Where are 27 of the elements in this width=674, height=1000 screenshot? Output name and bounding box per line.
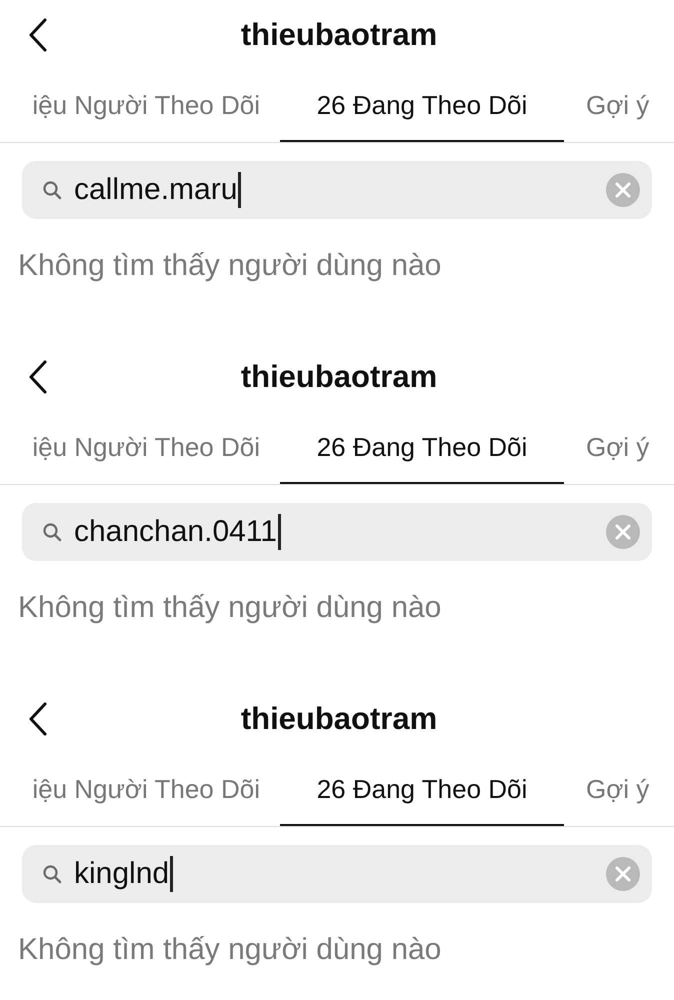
search-icon	[42, 522, 62, 542]
profile-username: thieubaotram	[240, 701, 438, 737]
search-field[interactable]: callme.maru	[22, 161, 652, 219]
tab[interactable]: iệu Người Theo Dõi	[0, 754, 262, 826]
tab[interactable]: Gợi ý	[586, 70, 650, 142]
empty-result-message: Không tìm thấy người dùng nào	[18, 933, 442, 967]
back-icon[interactable]	[28, 702, 48, 736]
text-cursor	[170, 856, 174, 892]
search-field[interactable]: chanchan.0411	[22, 503, 652, 561]
profile-username: thieubaotram	[240, 359, 438, 395]
empty-result-message: Không tìm thấy người dùng nào	[18, 591, 442, 625]
tab[interactable]: Gợi ý	[586, 412, 650, 484]
tab[interactable]: 26 Đang Theo Dõi	[280, 754, 564, 826]
search-field[interactable]: kinglnd	[22, 845, 652, 903]
tab[interactable]: iệu Người Theo Dõi	[0, 412, 262, 484]
text-cursor	[278, 514, 281, 550]
tab[interactable]: 26 Đang Theo Dõi	[280, 412, 564, 484]
search-icon	[42, 864, 62, 884]
text-cursor	[238, 172, 242, 208]
back-icon[interactable]	[28, 18, 48, 52]
tab[interactable]: Gợi ý	[586, 754, 650, 826]
profile-username: thieubaotram	[240, 17, 438, 53]
tab[interactable]: iệu Người Theo Dõi	[0, 70, 262, 142]
tab[interactable]: 26 Đang Theo Dõi	[280, 70, 564, 142]
back-icon[interactable]	[28, 360, 48, 394]
search-icon	[42, 180, 62, 200]
empty-result-message: Không tìm thấy người dùng nào	[18, 249, 442, 283]
